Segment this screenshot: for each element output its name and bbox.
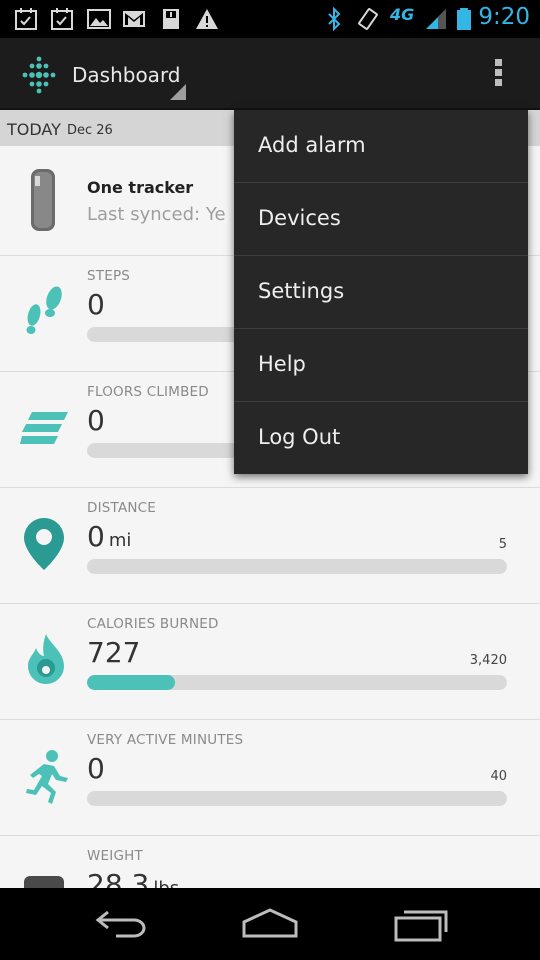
battery-icon xyxy=(457,8,471,30)
home-icon[interactable] xyxy=(240,906,300,942)
progress-bar xyxy=(87,559,507,574)
dashboard-title[interactable]: Dashboard xyxy=(72,63,181,87)
bluetooth-icon xyxy=(328,7,341,31)
metric-value: 727 xyxy=(87,636,141,669)
overflow-menu: Add alarm Devices Settings Help Log Out xyxy=(234,110,528,474)
signal-icon xyxy=(426,9,446,29)
status-bar: 4G 9:20 xyxy=(0,0,540,38)
metric-unit: mi xyxy=(108,530,132,551)
tracker-device-icon xyxy=(31,169,55,231)
metric-active-minutes[interactable]: VERY ACTIVE MINUTES 0 40 xyxy=(0,720,540,836)
menu-item-help[interactable]: Help xyxy=(234,329,528,402)
back-icon[interactable] xyxy=(90,906,150,942)
gallery-icon xyxy=(87,9,111,29)
metric-label: DISTANCE xyxy=(87,500,157,516)
today-date: Dec 26 xyxy=(67,123,113,138)
location-pin-icon xyxy=(24,518,64,570)
metric-value: 28.3lbs xyxy=(87,868,179,888)
menu-item-devices[interactable]: Devices xyxy=(234,183,528,256)
progress-fill xyxy=(87,675,176,690)
metric-label: CALORIES BURNED xyxy=(87,616,219,632)
menu-item-settings[interactable]: Settings xyxy=(234,256,528,329)
warning-icon xyxy=(196,9,218,29)
metric-label: STEPS xyxy=(87,268,131,284)
gmail-icon xyxy=(123,11,145,27)
flame-icon xyxy=(28,634,64,684)
menu-item-log-out[interactable]: Log Out xyxy=(234,402,528,475)
progress-bar xyxy=(87,791,507,806)
menu-item-add-alarm[interactable]: Add alarm xyxy=(234,110,528,183)
metric-value: 0 xyxy=(87,404,105,437)
tracker-sync-status: Last synced: Ye xyxy=(87,204,226,225)
calendar-icon xyxy=(51,8,73,30)
metric-label: FLOORS CLIMBED xyxy=(87,384,209,400)
metric-label: WEIGHT xyxy=(87,848,143,864)
vibrate-icon xyxy=(358,8,378,30)
progress-bar xyxy=(87,675,507,690)
metric-unit: lbs xyxy=(153,878,179,888)
overflow-menu-icon[interactable] xyxy=(488,56,508,92)
metric-goal: 3,420 xyxy=(469,653,507,668)
metric-calories[interactable]: CALORIES BURNED 727 3,420 xyxy=(0,604,540,720)
stairs-icon xyxy=(20,412,68,444)
sd-card-icon xyxy=(163,9,179,29)
metric-weight[interactable]: WEIGHT 28.3lbs xyxy=(0,836,540,888)
status-time: 9:20 xyxy=(478,4,530,30)
today-label: TODAY xyxy=(7,120,61,139)
recent-apps-icon[interactable] xyxy=(392,906,452,942)
footsteps-icon xyxy=(26,286,62,334)
metric-value: 0 mi xyxy=(87,520,132,553)
metric-distance[interactable]: DISTANCE 0 mi 5 xyxy=(0,488,540,604)
calendar-icon xyxy=(15,8,37,30)
metric-value: 0 xyxy=(87,752,105,785)
tracker-title: One tracker xyxy=(87,178,194,197)
network-label: 4G xyxy=(390,5,415,24)
dropdown-caret-icon[interactable] xyxy=(170,84,186,100)
runner-icon xyxy=(26,750,68,804)
metric-goal: 5 xyxy=(498,537,507,552)
metric-label: VERY ACTIVE MINUTES xyxy=(87,732,244,748)
action-bar: Dashboard xyxy=(0,38,540,110)
navigation-bar xyxy=(0,888,540,960)
metric-value: 0 xyxy=(87,288,105,321)
fitbit-logo-icon[interactable] xyxy=(18,54,60,96)
metric-goal: 40 xyxy=(490,769,507,784)
scale-icon xyxy=(24,876,64,888)
